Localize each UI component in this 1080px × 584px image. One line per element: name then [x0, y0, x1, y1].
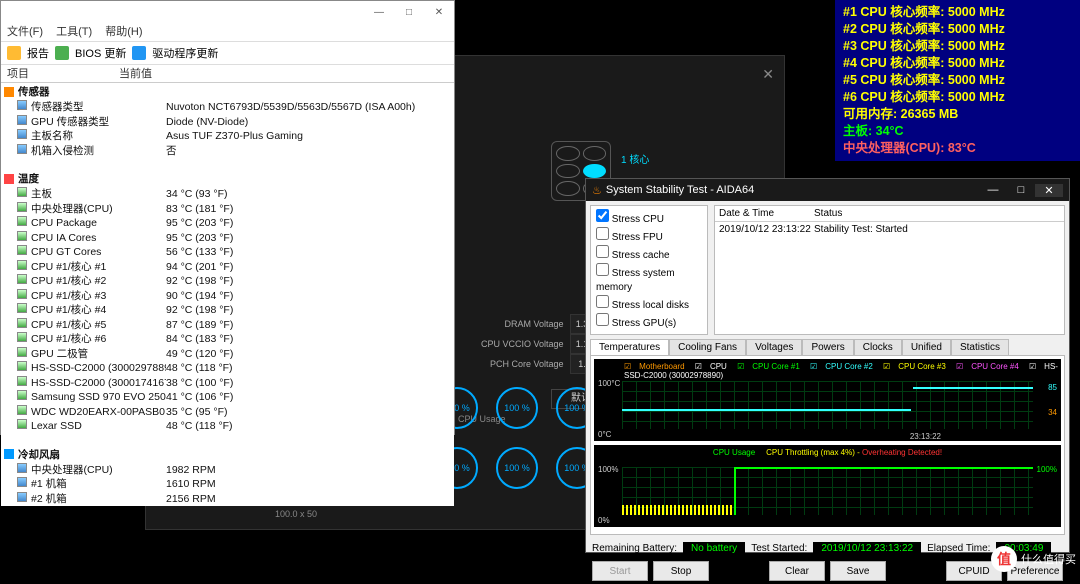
clear-button[interactable]: Clear: [769, 561, 825, 581]
driver-update-icon[interactable]: [132, 46, 146, 60]
close-icon[interactable]: ✕: [424, 7, 454, 18]
bios-update-icon[interactable]: [55, 46, 69, 60]
tab-temperatures[interactable]: Temperatures: [590, 339, 669, 355]
sensor-window: — □ ✕ 文件(F) 工具(T) 帮助(H) 报告 BIOS 更新 驱动程序更…: [0, 0, 455, 435]
sensor-row[interactable]: WDC WD20EARX-00PASB035 °C (95 °F): [1, 405, 454, 420]
sensor-row[interactable]: #2 机箱2156 RPM: [1, 492, 454, 507]
sensor-row[interactable]: CPU IA Cores95 °C (203 °F): [1, 231, 454, 246]
menu-help[interactable]: 帮助(H): [105, 26, 142, 38]
bios-update-button[interactable]: BIOS 更新: [75, 45, 126, 61]
stress-options: Stress CPU Stress FPU Stress cache Stres…: [590, 205, 708, 335]
sensor-row[interactable]: CPU #1/核心 #292 °C (198 °F): [1, 274, 454, 289]
sensor-row[interactable]: HS-SSD-C2000 (30001741678)38 °C (100 °F): [1, 376, 454, 391]
menu-tools[interactable]: 工具(T): [56, 26, 92, 38]
sensor-group: 温度: [1, 170, 454, 187]
watermark: 值什么值得买: [991, 546, 1076, 572]
cores-label: 1 核心: [621, 151, 649, 166]
sensor-row[interactable]: 中央处理器(CPU)1982 RPM: [1, 463, 454, 478]
stop-button[interactable]: Stop: [653, 561, 709, 581]
sensor-row[interactable]: CPU #1/核心 #194 °C (201 °F): [1, 260, 454, 275]
sensor-row[interactable]: GPU 传感器类型Diode (NV-Diode): [1, 115, 454, 130]
battery-status: No battery: [683, 542, 745, 555]
sensor-titlebar: — □ ✕: [1, 1, 454, 23]
sensor-row[interactable]: Lexar SSD48 °C (118 °F): [1, 419, 454, 434]
minimize-icon[interactable]: —: [979, 184, 1007, 197]
maximize-icon[interactable]: □: [394, 7, 424, 18]
menu-file[interactable]: 文件(F): [7, 26, 43, 38]
event-log: Date & TimeStatus 2019/10/12 23:13:22Sta…: [714, 205, 1065, 335]
fire-icon: ♨: [592, 184, 602, 197]
stress-mem-check[interactable]: [596, 263, 609, 276]
sensor-row[interactable]: CPU #1/核心 #492 °C (198 °F): [1, 303, 454, 318]
close-icon[interactable]: ✕: [762, 66, 774, 83]
sensor-row[interactable]: CPU Package95 °C (203 °F): [1, 216, 454, 231]
tab-cooling-fans[interactable]: Cooling Fans: [669, 339, 746, 355]
graph-tabs[interactable]: TemperaturesCooling FansVoltagesPowersCl…: [586, 339, 1069, 355]
sensor-row[interactable]: CPU #1/核心 #684 °C (183 °F): [1, 332, 454, 347]
save-button[interactable]: Save: [830, 561, 886, 581]
sensor-row[interactable]: CPU GT Cores56 °C (133 °F): [1, 245, 454, 260]
tab-clocks[interactable]: Clocks: [854, 339, 902, 355]
sensor-row[interactable]: 中央处理器(CPU)83 °C (181 °F): [1, 202, 454, 217]
sensor-list[interactable]: 传感器传感器类型Nuvoton NCT6793D/5539D/5563D/556…: [1, 83, 454, 506]
series-legend: ☑Motherboard ☑CPU ☑CPU Core #1 ☑CPU Core…: [624, 362, 1061, 380]
stress-cache-check[interactable]: [596, 245, 609, 258]
usage-gauge: 100 %: [496, 447, 538, 489]
sensor-columns: 项目当前值: [1, 65, 454, 83]
stability-test-window: ♨ System Stability Test - AIDA64 — □ ✕ S…: [585, 178, 1070, 553]
usage-gauge: 100 %: [496, 387, 538, 429]
stress-disk-check[interactable]: [596, 295, 609, 308]
sensor-toolbar: 报告 BIOS 更新 驱动程序更新: [1, 41, 454, 65]
sensor-group: 冷却风扇: [1, 446, 454, 463]
sensor-row[interactable]: CPU #1/核心 #390 °C (194 °F): [1, 289, 454, 304]
sensor-row[interactable]: CPU #1/核心 #587 °C (189 °F): [1, 318, 454, 333]
stress-cpu-check[interactable]: [596, 209, 609, 222]
sensor-row[interactable]: Samsung SSD 970 EVO 250GB41 °C (106 °F): [1, 390, 454, 405]
stability-titlebar: ♨ System Stability Test - AIDA64 — □ ✕: [586, 179, 1069, 201]
osd-overlay: #1 CPU 核心频率: 5000 MHz#2 CPU 核心频率: 5000 M…: [835, 0, 1080, 161]
sensor-row[interactable]: HS-SSD-C2000 (30002978890)48 °C (118 °F): [1, 361, 454, 376]
sensor-row[interactable]: 主板34 °C (93 °F): [1, 187, 454, 202]
temperature-graph: ☑Motherboard ☑CPU ☑CPU Core #1 ☑CPU Core…: [594, 359, 1061, 441]
cpu-usage-graph: CPU Usage | CPU Throttling (max 4%) - Ov…: [594, 445, 1061, 527]
tab-unified[interactable]: Unified: [902, 339, 951, 355]
tab-statistics[interactable]: Statistics: [951, 339, 1009, 355]
stress-gpu-check[interactable]: [596, 313, 609, 326]
test-started: 2019/10/12 23:13:22: [813, 542, 921, 555]
sensor-row[interactable]: 传感器类型Nuvoton NCT6793D/5539D/5563D/5567D …: [1, 100, 454, 115]
sensor-row[interactable]: GPU 二极管49 °C (120 °F): [1, 347, 454, 362]
driver-update-button[interactable]: 驱动程序更新: [152, 45, 218, 61]
start-button[interactable]: Start: [592, 561, 648, 581]
tab-voltages[interactable]: Voltages: [746, 339, 802, 355]
report-button[interactable]: 报告: [27, 45, 49, 61]
sensor-row[interactable]: 机箱入侵检测否: [1, 144, 454, 159]
sensor-row[interactable]: #1 机箱1610 RPM: [1, 477, 454, 492]
maximize-icon[interactable]: □: [1007, 184, 1035, 197]
window-title: System Stability Test - AIDA64: [606, 184, 754, 196]
close-icon[interactable]: ✕: [1035, 184, 1063, 197]
menubar[interactable]: 文件(F) 工具(T) 帮助(H): [1, 23, 454, 41]
stress-fpu-check[interactable]: [596, 227, 609, 240]
minimize-icon[interactable]: —: [364, 7, 394, 18]
sensor-row[interactable]: 主板名称Asus TUF Z370-Plus Gaming: [1, 129, 454, 144]
tab-powers[interactable]: Powers: [802, 339, 853, 355]
report-icon[interactable]: [7, 46, 21, 60]
sensor-group: 传感器: [1, 83, 454, 100]
